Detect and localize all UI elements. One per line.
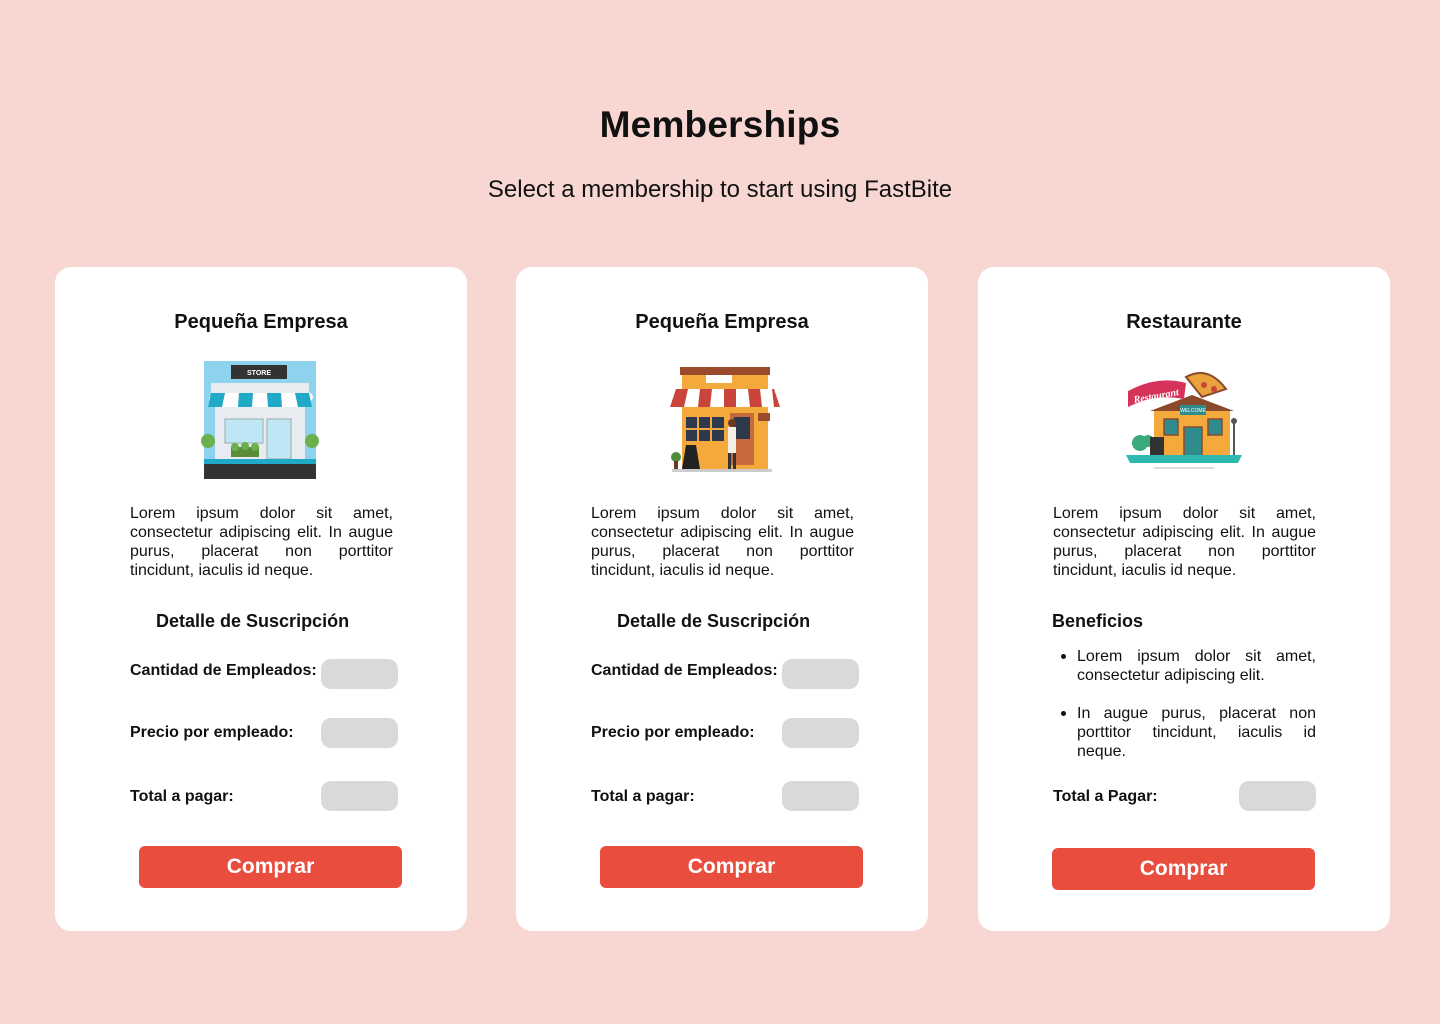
buy-button[interactable]: Comprar [600, 846, 863, 888]
benefit-item: In augue purus, placerat non porttitor t… [1053, 704, 1316, 761]
total-label: Total a pagar: [130, 788, 234, 805]
total-value [1239, 781, 1316, 811]
employees-label: Cantidad de Empleados: [591, 662, 778, 679]
card-title: Restaurante [1126, 311, 1242, 333]
total-label: Total a Pagar: [1053, 788, 1158, 805]
benefit-item: Lorem ipsum dolor sit amet, consectetur … [1053, 647, 1316, 685]
price-per-employee-value [321, 718, 398, 748]
benefits-list: Lorem ipsum dolor sit amet, consectetur … [1053, 647, 1316, 780]
benefits-title: Beneficios [1052, 611, 1144, 631]
price-per-employee-label: Precio por empleado: [591, 724, 755, 741]
card-title: Pequeña Empresa [635, 311, 809, 333]
card-description: Lorem ipsum dolor sit amet, consectetur … [1053, 505, 1316, 579]
page-title: Memberships [599, 104, 841, 145]
welcome-sign-text: WELCOME [1180, 408, 1207, 414]
price-per-employee-label: Precio por empleado: [130, 724, 294, 741]
shop-icon [662, 359, 782, 483]
employees-value [782, 659, 859, 689]
employees-value [321, 659, 398, 689]
membership-card-small-business-2: Pequeña Empresa Lorem ipsum dolor sit am… [516, 267, 928, 931]
total-label: Total a pagar: [591, 788, 695, 805]
total-value [782, 781, 859, 811]
membership-card-small-business: Pequeña Empresa STORE Lorem ipsum dolor … [55, 267, 467, 931]
price-per-employee-value [782, 718, 859, 748]
restaurant-icon: WELCOME Restaurant [1124, 359, 1244, 483]
employees-label: Cantidad de Empleados: [130, 662, 317, 679]
membership-card-restaurant: Restaurante WELCOME Restaurant Lorem ips… [978, 267, 1390, 931]
store-icon: STORE [201, 359, 321, 483]
card-description: Lorem ipsum dolor sit amet, consectetur … [130, 505, 393, 579]
card-description: Lorem ipsum dolor sit amet, consectetur … [591, 505, 854, 579]
total-value [321, 781, 398, 811]
section-title: Detalle de Suscripción [617, 611, 811, 631]
store-sign-text: STORE [247, 370, 271, 377]
buy-button[interactable]: Comprar [1052, 848, 1315, 890]
page-subtitle: Select a membership to start using FastB… [487, 176, 953, 203]
buy-button[interactable]: Comprar [139, 846, 402, 888]
card-title: Pequeña Empresa [174, 311, 348, 333]
section-title: Detalle de Suscripción [156, 611, 350, 631]
